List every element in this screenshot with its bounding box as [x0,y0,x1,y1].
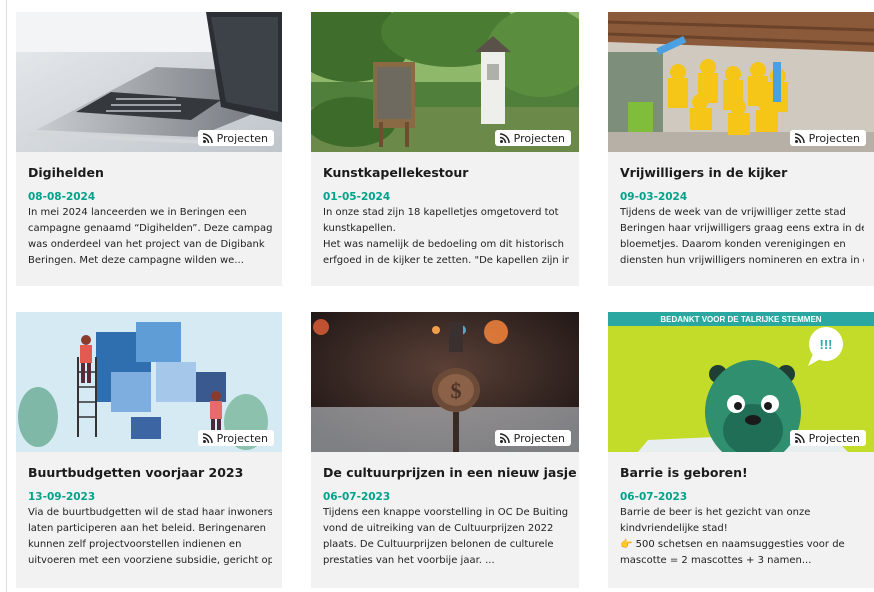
description-line: Beringen haar vrijwilligers graag eens e… [620,223,864,234]
description-line: Het was namelijk de bedoeling om dit his… [323,239,564,250]
description-line: In onze stad zijn 18 kapelletjes omgetov… [323,207,559,218]
card-date: 06-07-2023 [620,491,688,503]
image-banner-text: BEDANKT VOOR DE TALRIJKE STEMMEN [660,315,821,324]
rss-icon [794,133,805,144]
description-line: 👉 500 schetsen en naamsuggesties voor de [620,539,845,550]
category-badge: Projecten [789,430,866,446]
card-image-bear: BEDANKT VOOR DE TALRIJKE STEMMEN !!! Pro… [608,312,874,452]
card-date: 01-05-2024 [323,191,391,203]
category-badge: Projecten [494,130,571,146]
description-line: uitvoeren met een voorziene subsidie, ge… [28,555,272,566]
card-title[interactable]: De cultuurprijzen in een nieuw jasje [323,464,577,482]
description-line: In mei 2024 lanceerden we in Beringen ee… [28,207,247,218]
description-line: kunnen zelf projectvoorstellen indienen … [28,539,242,550]
description-line: campagne genaamd “Digihelden”. Deze camp… [28,223,272,234]
card-title[interactable]: Kunstkapellekestour [323,164,569,182]
card-vrijwilligers[interactable]: Projecten Vrijwilligers in de kijker 09-… [608,12,874,286]
description-line: kunstkapellen. [323,223,396,234]
rss-icon [794,433,805,444]
card-date: 08-08-2024 [28,191,96,203]
card-barrie[interactable]: BEDANKT VOOR DE TALRIJKE STEMMEN !!! Pro… [608,312,874,588]
badge-label: Projecten [513,131,565,145]
description-line: mascotte = 2 mascottes + 3 namen... [620,555,812,566]
card-description: Via de buurtbudgetten wil de stad haar i… [28,505,272,569]
rss-icon [499,433,510,444]
card-title[interactable]: Vrijwilligers in de kijker [620,164,864,182]
description-line: erfgoed in de kijker te zetten. "De kape… [323,255,569,266]
description-line: vond de uitreiking van de Cultuurprijzen… [323,523,554,534]
card-image-laptop: Projecten [16,12,282,152]
badge-label: Projecten [216,431,268,445]
description-line: Tijdens de week van de vrijwilliger zett… [620,207,846,218]
rss-icon [499,133,510,144]
category-badge: Projecten [789,130,866,146]
description-line: plaats. De Cultuurprijzen belonen de cul… [323,539,554,550]
card-description: Tijdens de week van de vrijwilliger zett… [620,205,864,269]
badge-label: Projecten [808,131,860,145]
card-kunstkapellekestour[interactable]: Projecten Kunstkapellekestour 01-05-2024… [311,12,579,286]
rss-icon [202,433,213,444]
badge-label: Projecten [216,131,268,145]
description-line: laten participeren aan het beleid. Berin… [28,523,266,534]
description-line: was onderdeel van het project van de Dig… [28,239,265,250]
speech-bubble-text: !!! [820,337,833,352]
card-digihelden[interactable]: Projecten Digihelden 08-08-2024 In mei 2… [16,12,282,286]
card-description: Tijdens een knappe voorstelling in OC De… [323,505,569,569]
description-line: prestaties van het voorbije jaar. ... [323,555,495,566]
badge-label: Projecten [808,431,860,445]
card-image-volunteers: Projecten [608,12,874,152]
card-date: 09-03-2024 [620,191,688,203]
card-description: In onze stad zijn 18 kapelletjes omgetov… [323,205,569,269]
card-buurtbudgetten[interactable]: Projecten Buurtbudgetten voorjaar 2023 1… [16,312,282,588]
description-line: diensten hun vrijwilligers nomineren en … [620,255,864,266]
rss-icon [202,133,213,144]
description-line: Via de buurtbudgetten wil de stad haar i… [28,507,272,518]
card-image-chapel: Projecten [311,12,579,152]
card-image-puzzle: Projecten [16,312,282,452]
description-line: Tijdens een knappe voorstelling in OC De… [323,507,569,518]
card-description: Barrie de beer is het gezicht van onze k… [620,505,864,569]
card-description: In mei 2024 lanceerden we in Beringen ee… [28,205,272,269]
description-line: kindvriendelijke stad! [620,523,728,534]
card-title[interactable]: Digihelden [28,164,272,182]
card-image-trophy: $ Projecten [311,312,579,452]
description-line: Barrie de beer is het gezicht van onze [620,507,811,518]
category-badge: Projecten [197,130,274,146]
page-left-edge [6,0,7,592]
badge-label: Projecten [513,431,565,445]
category-badge: Projecten [197,430,274,446]
card-cultuurprijzen[interactable]: $ Projecten De cultuurprijzen in een nie… [311,312,579,588]
category-badge: Projecten [494,430,571,446]
card-date: 13-09-2023 [28,491,96,503]
description-line: Beringen. Met deze campagne wilden we... [28,255,244,266]
card-title[interactable]: Buurtbudgetten voorjaar 2023 [28,464,272,482]
description-line: bloemetjes. Daarom konden verenigingen e… [620,239,846,250]
svg-text:$: $ [451,378,462,403]
card-date: 06-07-2023 [323,491,391,503]
card-title[interactable]: Barrie is geboren! [620,464,864,482]
